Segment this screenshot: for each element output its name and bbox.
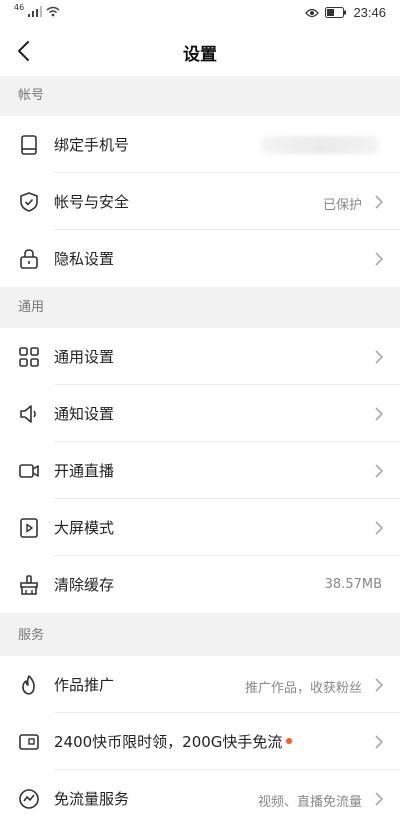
- system-indicators: 23:46: [305, 5, 386, 20]
- row-value: 视频、直播免流量: [257, 795, 362, 810]
- eye-icon: [305, 8, 320, 17]
- row-label: 清除缓存: [54, 576, 115, 594]
- chevron-right-icon: [375, 678, 384, 692]
- row-label: 绑定手机号: [54, 136, 130, 154]
- clock: 23:46: [353, 5, 386, 20]
- row-general-settings[interactable]: 通用设置: [0, 328, 400, 385]
- row-label: 帐号与安全: [54, 193, 130, 211]
- play-icon: [20, 518, 38, 538]
- speaker-icon: [20, 405, 36, 423]
- cache-size: 38.57MB: [324, 577, 382, 592]
- row-clear-cache[interactable]: 清除缓存 38.57MB: [0, 556, 400, 613]
- row-promotion[interactable]: 作品推广 推广作品，收获粉丝: [0, 656, 400, 713]
- row-label: 作品推广: [54, 676, 115, 694]
- shield-icon: [20, 192, 38, 212]
- row-label: 免流量服务: [54, 790, 130, 808]
- row-coins[interactable]: 2400快币限时领，200G快手免流: [0, 713, 400, 770]
- row-free-data[interactable]: 免流量服务 视频、直播免流量: [0, 770, 400, 816]
- row-label: 通知设置: [54, 405, 115, 423]
- wave-icon: [19, 789, 39, 809]
- chevron-right-icon: [375, 407, 384, 421]
- wifi-icon: [46, 6, 60, 17]
- chevron-right-icon: [375, 195, 384, 209]
- grid-icon: [19, 347, 39, 367]
- section-header-account: 帐号: [0, 76, 400, 116]
- card-icon: [19, 734, 39, 750]
- row-bind-phone[interactable]: 绑定手机号: [0, 116, 400, 173]
- row-big-screen[interactable]: 大屏模式: [0, 499, 400, 556]
- row-label: 大屏模式: [54, 519, 115, 537]
- chevron-right-icon: [375, 252, 384, 266]
- row-label: 通用设置: [54, 348, 115, 366]
- camera-icon: [19, 464, 39, 478]
- chevron-right-icon: [375, 792, 384, 806]
- section-header-services: 服务: [0, 616, 400, 656]
- phone-number-blurred: [260, 136, 380, 154]
- notification-dot: [286, 737, 293, 744]
- section-header-general: 通用: [0, 288, 400, 328]
- carrier-label: 46: [14, 3, 25, 12]
- row-notifications[interactable]: 通知设置: [0, 385, 400, 442]
- status-bar: 46 23:46: [0, 0, 400, 26]
- row-label: 2400快币限时领，200G快手免流: [54, 731, 293, 752]
- row-account-security[interactable]: 帐号与安全 已保护: [0, 173, 400, 230]
- lock-icon: [20, 249, 38, 269]
- chevron-right-icon: [375, 735, 384, 749]
- top-bar: 设置: [0, 26, 400, 76]
- row-privacy[interactable]: 隐私设置: [0, 230, 400, 287]
- phone-icon: [21, 135, 37, 155]
- chevron-right-icon: [375, 464, 384, 478]
- signal-icon: [28, 6, 43, 17]
- signal-indicators: 46: [14, 3, 60, 17]
- coins-promo-text: 2400快币限时领，200G快手免流: [54, 733, 283, 751]
- row-live[interactable]: 开通直播: [0, 442, 400, 499]
- chevron-right-icon: [375, 350, 384, 364]
- row-label: 隐私设置: [54, 250, 115, 268]
- row-value: 已保护: [322, 198, 362, 213]
- broom-icon: [20, 575, 38, 595]
- row-label: 开通直播: [54, 462, 115, 480]
- flame-icon: [22, 675, 35, 695]
- page-title: 设置: [183, 45, 217, 65]
- chevron-right-icon: [375, 521, 384, 535]
- row-value: 推广作品，收获粉丝: [244, 681, 362, 696]
- battery-icon: [325, 7, 347, 18]
